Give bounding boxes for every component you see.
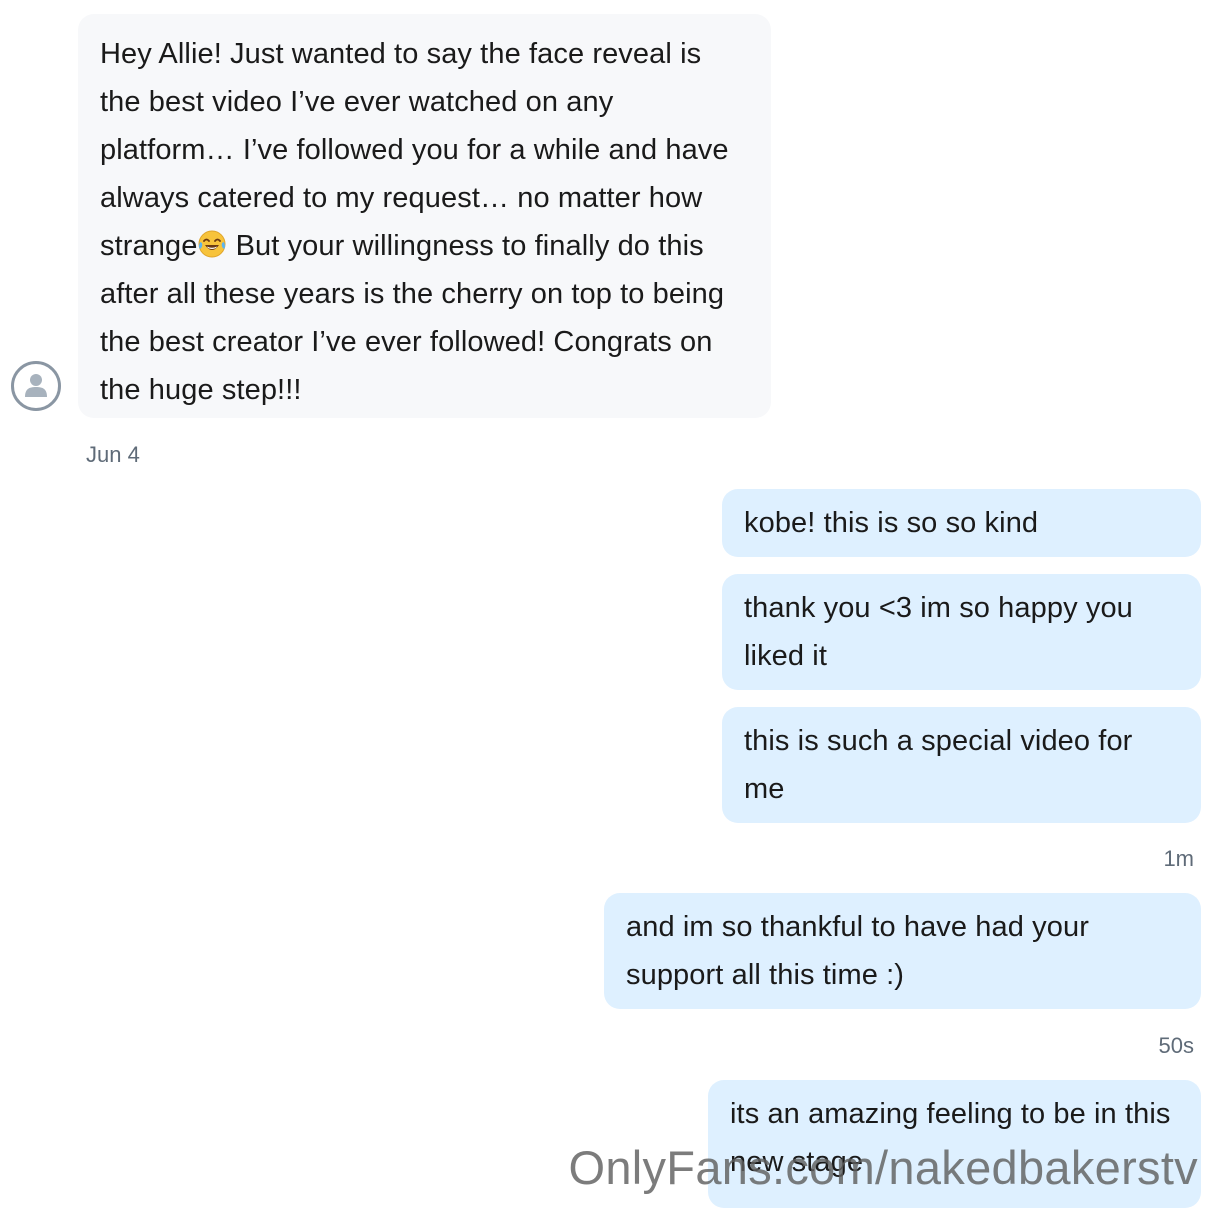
message-timestamp: 50s	[1158, 1033, 1194, 1058]
watermark-text: OnlyFans.com/nakedbakerstv	[568, 1141, 1198, 1194]
outgoing-message-bubble[interactable]: thank you <3 im so happy you liked it	[722, 574, 1201, 690]
outgoing-message-text: and im so thankful to have had your supp…	[626, 911, 1089, 991]
outgoing-message-bubble[interactable]: and im so thankful to have had your supp…	[604, 893, 1201, 1009]
incoming-message-bubble[interactable]: Hey Allie! Just wanted to say the face r…	[78, 14, 771, 418]
outgoing-message-bubble[interactable]: kobe! this is so so kind	[722, 489, 1201, 557]
incoming-message-text: Hey Allie! Just wanted to say the face r…	[100, 38, 729, 262]
outgoing-message-text: this is such a special video for me	[744, 725, 1133, 805]
sender-avatar-icon[interactable]	[11, 361, 61, 411]
laughing-with-tears-emoji-icon	[198, 230, 226, 258]
outgoing-message-text: kobe! this is so so kind	[744, 507, 1039, 539]
message-timestamp: 1m	[1163, 846, 1194, 871]
message-date-label: Jun 4	[86, 442, 140, 467]
outgoing-message-bubble[interactable]: this is such a special video for me	[722, 707, 1201, 823]
outgoing-message-text: thank you <3 im so happy you liked it	[744, 592, 1133, 672]
